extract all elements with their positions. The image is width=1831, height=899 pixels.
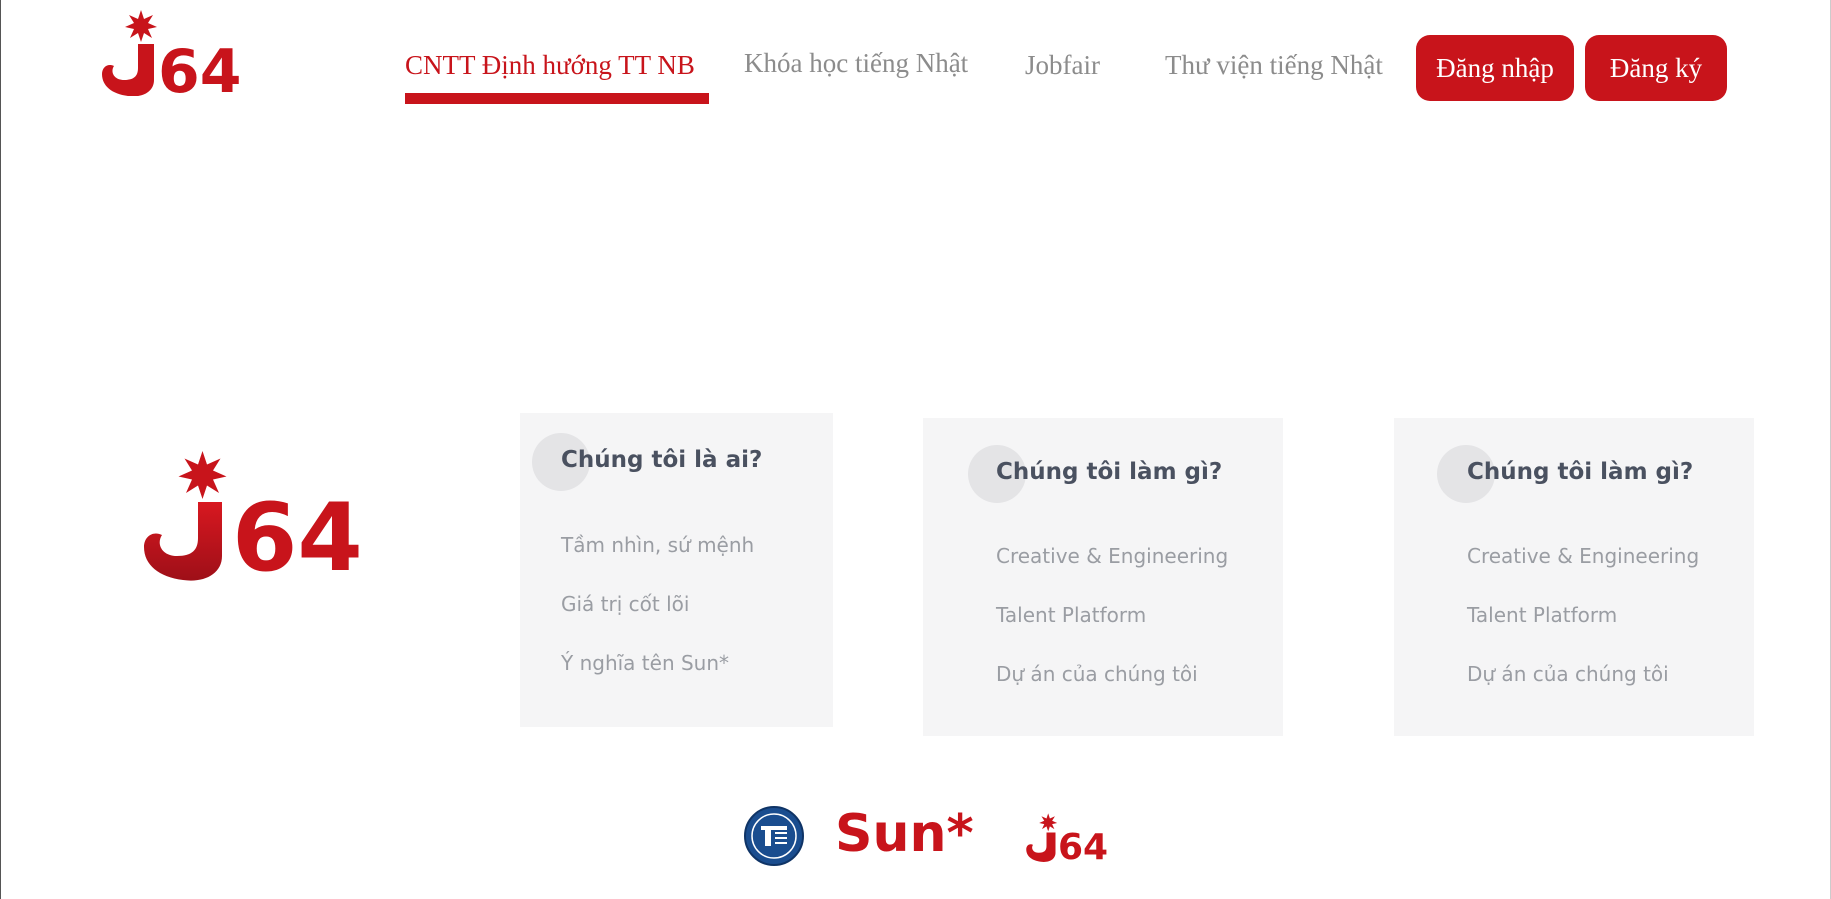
nav-item-khoa-hoc[interactable]: Khóa học tiếng Nhật <box>744 48 968 79</box>
card-link-vision[interactable]: Tầm nhìn, sứ mệnh <box>561 533 754 557</box>
nav-item-cntt[interactable]: CNTT Định hướng TT NB <box>405 50 695 81</box>
sun-asterisk-logo: Sun* <box>835 804 974 864</box>
card-link-talent[interactable]: Talent Platform <box>996 603 1146 627</box>
logo-digits: 64 <box>1058 827 1109 868</box>
window-left-border <box>0 0 1 899</box>
logo-digits: 64 <box>158 37 242 107</box>
j64-logo-header[interactable]: 64 <box>98 8 258 102</box>
university-seal-icon <box>744 806 804 866</box>
card-link-sun-meaning[interactable]: Ý nghĩa tên Sun* <box>561 651 729 675</box>
nav-item-jobfair[interactable]: Jobfair <box>1025 50 1100 81</box>
card-title: Chúng tôi làm gì? <box>1467 459 1694 485</box>
card-what-we-do: Chúng tôi làm gì? Creative & Engineering… <box>923 418 1283 736</box>
card-title: Chúng tôi làm gì? <box>996 459 1223 485</box>
register-button[interactable]: Đăng ký <box>1585 35 1727 101</box>
j64-mark-icon <box>1026 813 1058 862</box>
logo-digits: 64 <box>232 484 363 593</box>
card-link-projects[interactable]: Dự án của chúng tôi <box>996 662 1198 686</box>
login-button[interactable]: Đăng nhập <box>1416 35 1574 101</box>
j64-mark-icon <box>102 10 157 96</box>
card-who-we-are: Chúng tôi là ai? Tầm nhìn, sứ mệnh Giá t… <box>520 413 833 727</box>
card-title: Chúng tôi là ai? <box>561 447 763 473</box>
card-link-creative[interactable]: Creative & Engineering <box>1467 544 1699 568</box>
j64-mark-icon <box>144 451 227 581</box>
j64-logo-footer: 64 <box>1024 812 1110 868</box>
card-link-core-values[interactable]: Giá trị cốt lõi <box>561 592 689 616</box>
card-link-creative[interactable]: Creative & Engineering <box>996 544 1228 568</box>
card-link-projects[interactable]: Dự án của chúng tôi <box>1467 662 1669 686</box>
card-what-we-do-2: Chúng tôi làm gì? Creative & Engineering… <box>1394 418 1754 736</box>
nav-active-underline <box>405 93 709 104</box>
j64-logo-large: 64 <box>138 446 368 586</box>
card-link-talent[interactable]: Talent Platform <box>1467 603 1617 627</box>
nav-item-thu-vien[interactable]: Thư viện tiếng Nhật <box>1165 50 1383 81</box>
